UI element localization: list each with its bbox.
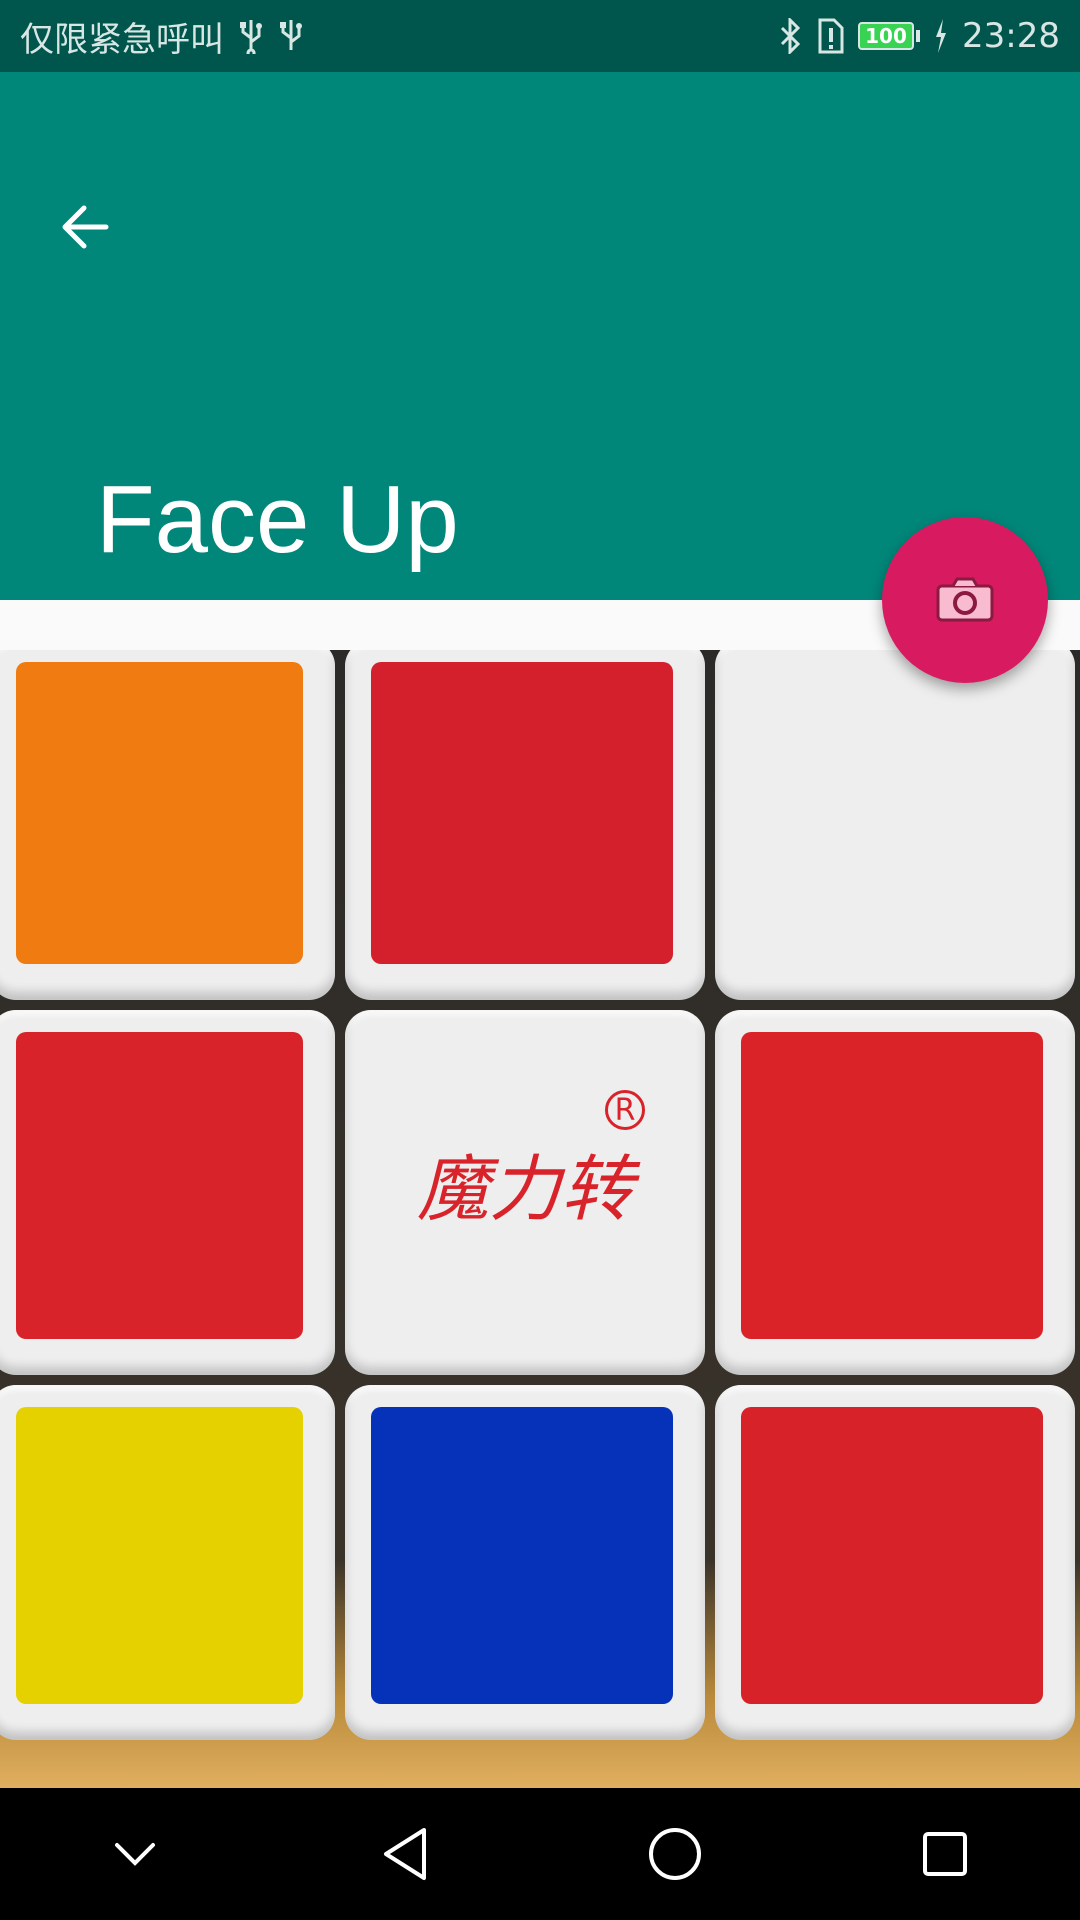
cubie <box>345 1385 705 1740</box>
usb-icon <box>238 18 264 54</box>
camera-button[interactable] <box>882 517 1048 683</box>
sticker <box>741 1407 1043 1704</box>
sticker <box>741 662 1043 964</box>
battery-tip <box>916 30 921 42</box>
arrow-back-icon <box>62 205 109 249</box>
sticker <box>16 1407 303 1704</box>
battery-level: 100 <box>858 22 915 50</box>
sticker <box>371 662 673 964</box>
usb-icon <box>278 18 304 54</box>
back-button[interactable] <box>40 182 130 272</box>
carrier-text: 仅限紧急呼叫 <box>20 19 224 60</box>
recents-button[interactable] <box>885 1794 1005 1914</box>
status-left: 仅限紧急呼叫 <box>20 12 304 61</box>
clock: 23:28 <box>962 16 1060 56</box>
cubie <box>0 1010 335 1375</box>
recents-icon <box>923 1832 967 1876</box>
navigation-bar <box>0 1788 1080 1920</box>
cubie <box>715 1010 1075 1375</box>
sticker <box>16 662 303 964</box>
center-cubie: 魔力转 R <box>345 1010 705 1375</box>
sticker <box>371 1407 673 1704</box>
cube-face-photo: 魔力转 R <box>0 650 1080 1788</box>
registered-mark-icon: R <box>605 1090 645 1130</box>
cube-grid: 魔力转 R <box>0 650 1080 1740</box>
alert-icon <box>816 18 844 54</box>
home-icon <box>649 1828 701 1880</box>
home-button[interactable] <box>615 1794 735 1914</box>
cubie <box>715 650 1075 1000</box>
nav-back-button[interactable] <box>345 1794 465 1914</box>
camera-icon <box>936 577 994 622</box>
bluetooth-icon <box>778 18 802 54</box>
collapse-icon <box>115 1843 155 1866</box>
page-title: Face Up <box>96 466 459 573</box>
status-right: 100 23:28 <box>778 16 1060 56</box>
sticker <box>741 1032 1043 1339</box>
battery-icon: 100 <box>858 22 921 50</box>
charging-icon <box>934 19 948 53</box>
cubie <box>0 1385 335 1740</box>
back-icon <box>384 1828 426 1880</box>
status-bar: 仅限紧急呼叫 100 23:28 <box>0 0 1080 72</box>
sticker <box>16 1032 303 1339</box>
app-bar: Face Up <box>0 72 1080 600</box>
cubie <box>345 650 705 1000</box>
cube-logo: 魔力转 <box>416 1147 633 1231</box>
cubie <box>0 650 335 1000</box>
collapse-button[interactable] <box>75 1794 195 1914</box>
cubie <box>715 1385 1075 1740</box>
